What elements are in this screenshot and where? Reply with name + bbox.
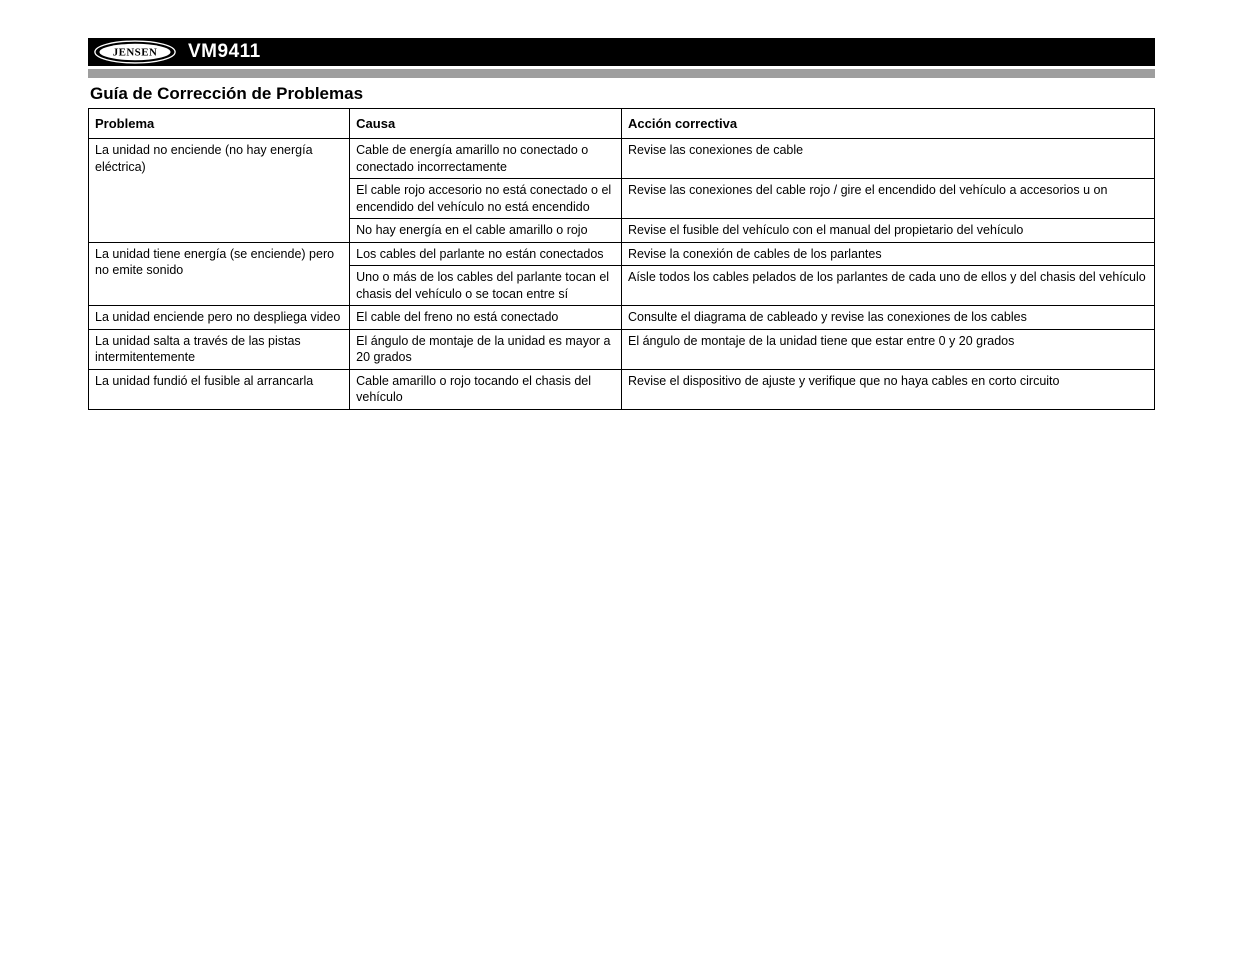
cell-cause: Cable de energía amarillo no conectado o… — [350, 139, 622, 179]
header-bar: JENSEN VM9411 — [88, 38, 1155, 66]
table-row: La unidad fundió el fusible al arrancarl… — [89, 369, 1155, 409]
cell-action: Revise la conexión de cables de los parl… — [621, 242, 1154, 266]
cell-action: Revise el fusible del vehículo con el ma… — [621, 219, 1154, 243]
cell-cause: No hay energía en el cable amarillo o ro… — [350, 219, 622, 243]
cell-problem: La unidad no enciende (no hay energía el… — [89, 139, 350, 243]
cell-cause: El cable rojo accesorio no está conectad… — [350, 179, 622, 219]
cell-cause: Uno o más de los cables del parlante toc… — [350, 266, 622, 306]
brand-logo: JENSEN — [94, 40, 176, 64]
cell-cause: El cable del freno no está conectado — [350, 306, 622, 330]
cell-action: Consulte el diagrama de cableado y revis… — [621, 306, 1154, 330]
col-cause: Causa — [350, 109, 622, 139]
cell-action: Revise las conexiones de cable — [621, 139, 1154, 179]
cell-action: El ángulo de montaje de la unidad tiene … — [621, 329, 1154, 369]
cell-problem: La unidad salta a través de las pistas i… — [89, 329, 350, 369]
cell-action: Revise las conexiones del cable rojo / g… — [621, 179, 1154, 219]
model-label: VM9411 — [188, 41, 261, 63]
cell-problem: La unidad fundió el fusible al arrancarl… — [89, 369, 350, 409]
table-row: La unidad salta a través de las pistas i… — [89, 329, 1155, 369]
divider-rule — [88, 69, 1155, 78]
col-problem: Problema — [89, 109, 350, 139]
cell-cause: Cable amarillo o rojo tocando el chasis … — [350, 369, 622, 409]
table-header-row: Problema Causa Acción correctiva — [89, 109, 1155, 139]
cell-cause: El ángulo de montaje de la unidad es may… — [350, 329, 622, 369]
table-row: La unidad no enciende (no hay energía el… — [89, 139, 1155, 179]
cell-problem: La unidad tiene energía (se enciende) pe… — [89, 242, 350, 306]
cell-action: Aísle todos los cables pelados de los pa… — [621, 266, 1154, 306]
troubleshooting-table: Problema Causa Acción correctiva La unid… — [88, 108, 1155, 410]
cell-cause: Los cables del parlante no están conecta… — [350, 242, 622, 266]
cell-problem: La unidad enciende pero no despliega vid… — [89, 306, 350, 330]
cell-action: Revise el dispositivo de ajuste y verifi… — [621, 369, 1154, 409]
col-action: Acción correctiva — [621, 109, 1154, 139]
table-row: La unidad tiene energía (se enciende) pe… — [89, 242, 1155, 266]
svg-text:JENSEN: JENSEN — [113, 47, 158, 59]
table-row: La unidad enciende pero no despliega vid… — [89, 306, 1155, 330]
section-title: Guía de Corrección de Problemas — [90, 84, 1155, 104]
